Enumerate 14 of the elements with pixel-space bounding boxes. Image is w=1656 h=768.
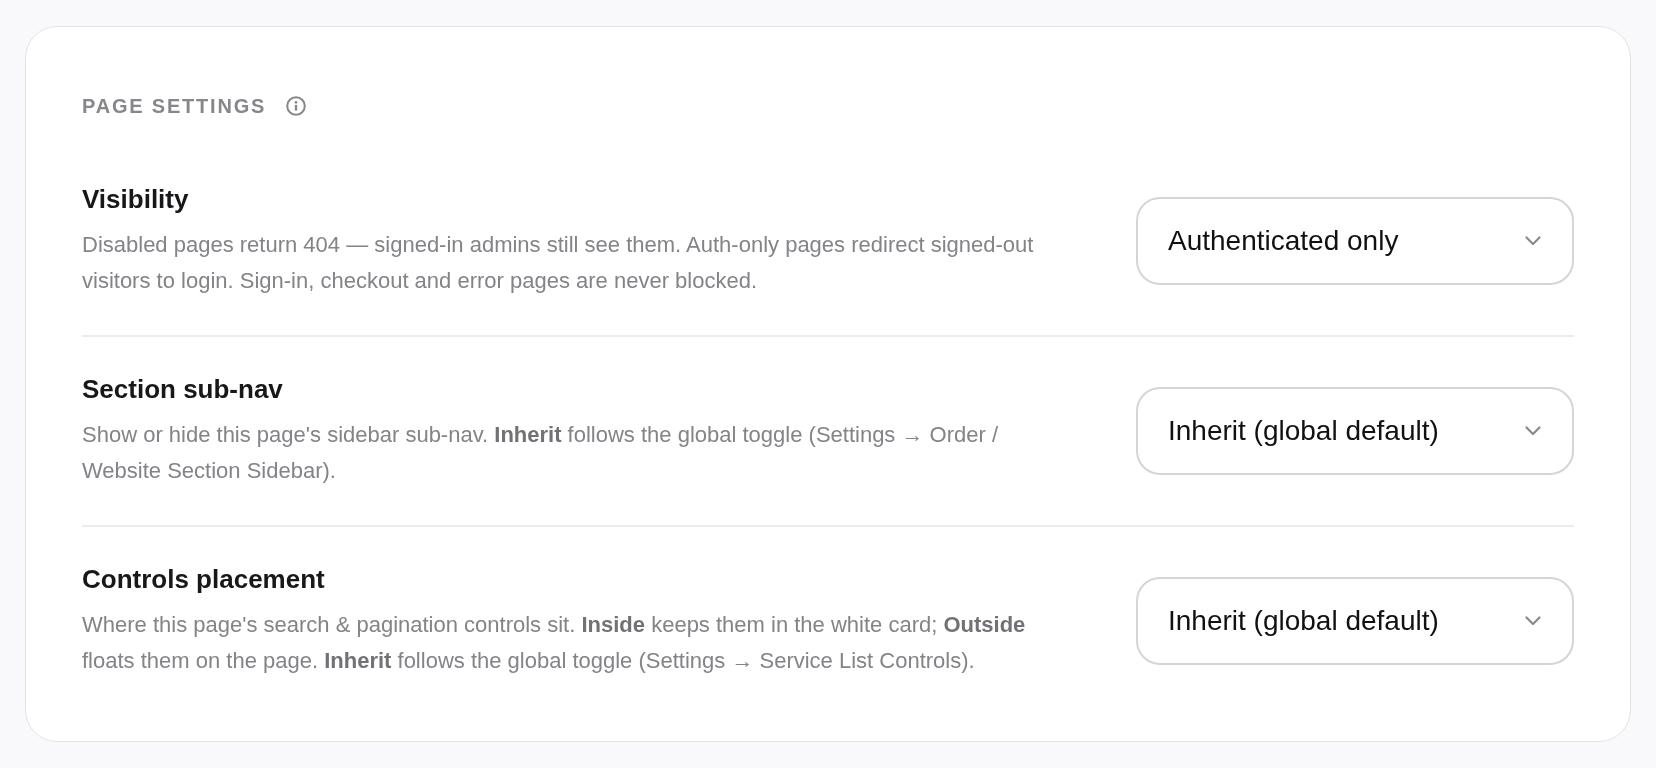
setting-title: Controls placement: [82, 563, 326, 595]
info-icon: [286, 96, 307, 116]
section-title: PAGE SETTINGS: [82, 94, 267, 119]
select-dropdown[interactable]: Inherit (global default): [1136, 577, 1574, 665]
chevron-down-icon: [1525, 616, 1541, 626]
select-dropdown[interactable]: Authenticated only: [1136, 197, 1574, 285]
setting-description: Disabled pages return 404 — signed-in admins still see them. Auth-only pages redirect signed-out visitors to login. Sign-in, checkout and error pages are never blocked.: [82, 231, 1035, 295]
setting-description: Show or hide this page's sidebar sub-nav. Inherit follows the global toggle (Settings → Order / Website Section Sidebar).: [82, 421, 1000, 485]
chevron-down-icon: [1525, 426, 1541, 436]
setting-title: Section sub-nav: [82, 373, 284, 405]
chevron-down-icon: [1525, 236, 1541, 246]
setting-title: Visibility: [82, 183, 190, 215]
select-dropdown[interactable]: Inherit (global default): [1136, 387, 1574, 475]
setting-description: Where this page's search & pagination controls sit. Inside keeps them in the white card; Outside floats them on the page. Inherit follows the global toggle (Settings → Service List Controls).: [82, 611, 1027, 675]
